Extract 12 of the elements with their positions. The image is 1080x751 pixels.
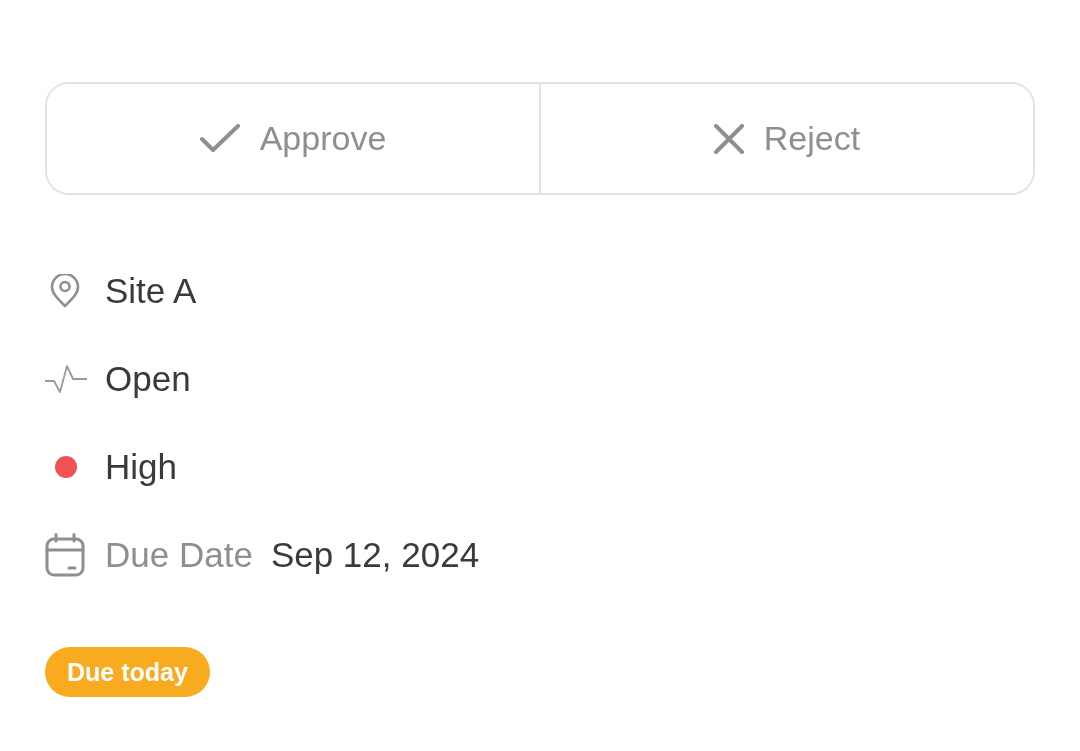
map-pin-icon <box>50 274 80 308</box>
due-date-value: Sep 12, 2024 <box>270 535 480 575</box>
close-icon <box>713 123 744 154</box>
calendar-icon <box>45 533 85 577</box>
due-today-badge: Due today <box>45 647 210 697</box>
status-text: Open <box>105 359 191 399</box>
due-date-label: Due Date <box>105 535 253 575</box>
priority-text: High <box>105 447 177 487</box>
reject-button[interactable]: Reject <box>539 84 1033 193</box>
location-text: Site A <box>105 271 197 311</box>
checkmark-icon <box>199 123 240 154</box>
pulse-line-icon <box>45 364 87 394</box>
